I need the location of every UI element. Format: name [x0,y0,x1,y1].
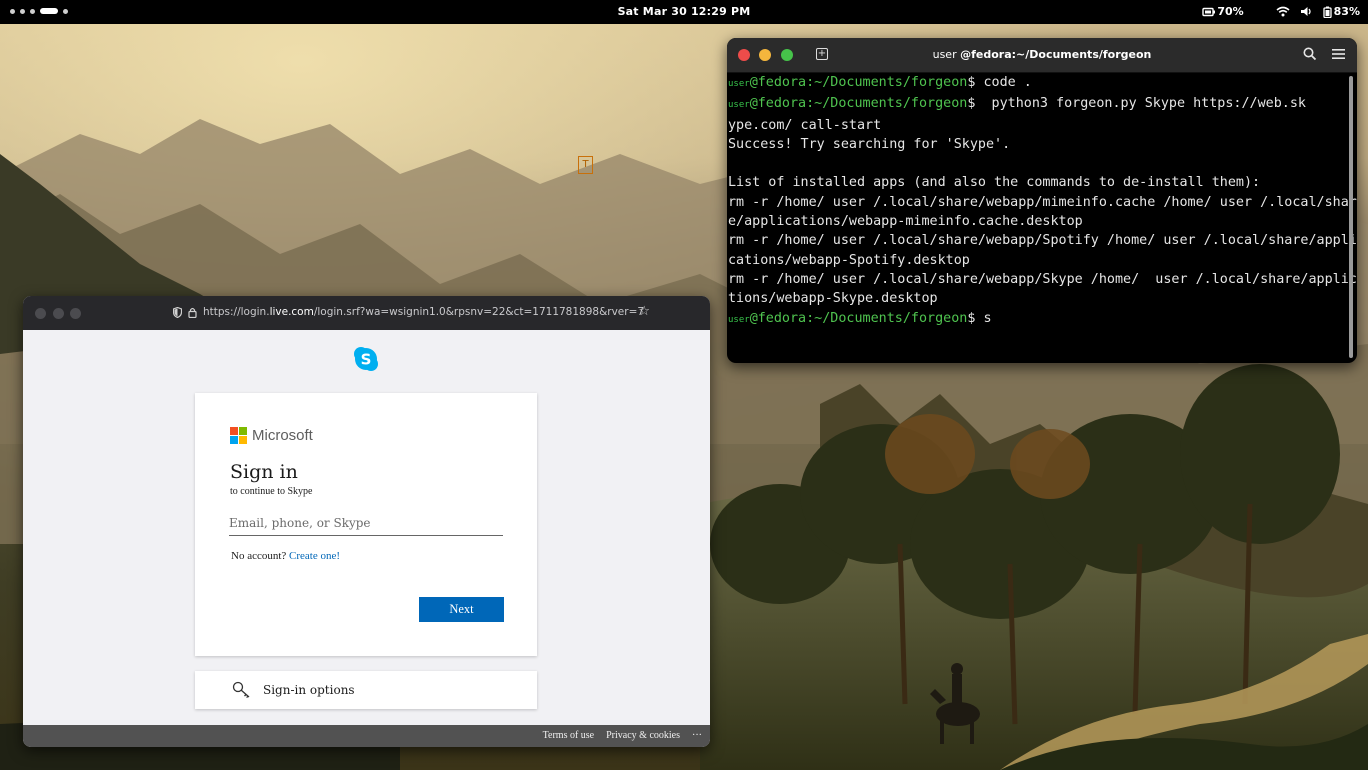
terminal-line: Success! Try searching for 'Skype'. [728,136,1011,152]
prompt-host: @fedora:~/Documents/forgeon [749,96,968,112]
terminal-output[interactable]: user@fedora:~/Documents/forgeon$ code .u… [728,72,1357,330]
terminal-line: user@fedora:~/Documents/forgeon$ s [728,309,1343,330]
battery-icon [1323,6,1332,18]
terminal-title: user @fedora:~/Documents/forgeon [727,48,1357,61]
system-tray[interactable]: 70% 83% [1202,5,1360,18]
page-subtitle: to continue to Skype [230,486,313,497]
minimize-button[interactable] [53,308,64,319]
clock[interactable]: Sat Mar 30 12:29 PM [0,5,1368,18]
terminal-line: List of installed apps (and also the com… [728,175,1261,191]
terminal-titlebar[interactable]: + user @fedora:~/Documents/forgeon [727,38,1357,73]
terminal-line: user@fedora:~/Documents/forgeon$ python3… [728,94,1343,115]
page-title: Sign in [230,461,298,483]
terminal-window[interactable]: + user @fedora:~/Documents/forgeon user@… [727,38,1357,363]
bookmark-star-icon[interactable]: ☆ [638,304,650,319]
volume-icon[interactable] [1300,6,1313,17]
page-footer: Terms of use Privacy & cookies ··· [23,725,710,747]
url-path: /login.srf?wa=wsignin1.0&rpsnv=22&ct=171… [313,306,645,318]
battery-percent: 83% [1333,5,1360,18]
url-prefix: https://login. [203,306,270,318]
top-bar: Sat Mar 30 12:29 PM 70% 83% [0,0,1368,24]
signin-options-label: Sign-in options [263,683,355,697]
microsoft-logo-icon [230,427,247,444]
text-cursor-icon: T [578,156,593,174]
wifi-icon[interactable] [1276,6,1290,17]
privacy-link[interactable]: Privacy & cookies [606,730,680,741]
terminal-line: rm -r /home/ user /.local/share/webapp/S… [728,233,1357,249]
prompt-user: user [728,79,750,89]
terms-link[interactable]: Terms of use [543,730,595,741]
hamburger-menu-icon[interactable] [1332,48,1345,60]
prompt-user: user [728,100,750,111]
terminal-line: rm -r /home/ user /.local/share/webapp/m… [728,194,1357,210]
url-bar[interactable]: https://login.live.com/login.srf?wa=wsig… [173,306,644,318]
terminal-line: tions/webapp-Skype.desktop [728,291,938,307]
terminal-title-path: @fedora:~/Documents/forgeon [960,48,1152,61]
terminal-scrollbar[interactable] [1349,76,1353,358]
secondary-battery[interactable]: 70% [1202,5,1244,18]
secondary-battery-label: 70% [1217,5,1244,18]
create-account-link[interactable]: Create one! [289,550,340,562]
skype-logo-icon: S [354,347,378,371]
prompt-host: @fedora:~/Documents/forgeon [749,75,968,90]
terminal-line: e/applications/webapp-mimeinfo.cache.des… [728,214,1083,230]
terminal-line: cations/webapp-Spotify.desktop [728,252,970,268]
signin-options-button[interactable]: Sign-in options [195,671,537,709]
maximize-button[interactable] [70,308,81,319]
url-text[interactable]: https://login.live.com/login.srf?wa=wsig… [203,306,644,318]
browser-toolbar[interactable]: https://login.live.com/login.srf?wa=wsig… [23,296,710,330]
no-account-label: No account? [231,550,287,562]
terminal-line: user@fedora:~/Documents/forgeon$ code . [728,73,1343,94]
terminal-title-user: user [932,48,957,61]
browser-window[interactable]: https://login.live.com/login.srf?wa=wsig… [23,296,710,747]
battery-status[interactable]: 83% [1323,5,1360,18]
next-button[interactable]: Next [419,597,504,622]
prompt-command: $ s [967,310,992,326]
tracking-shield-icon[interactable] [173,306,182,318]
email-field[interactable] [229,511,503,536]
no-account-text: No account? Create one! [231,550,340,562]
device-battery-icon [1202,7,1216,16]
microsoft-logo: Microsoft [230,427,313,444]
microsoft-wordmark: Microsoft [252,427,313,444]
login-page: S Microsoft Sign in to continue to Skype… [23,330,710,725]
terminal-line: ype.com/ call-start [728,117,882,133]
prompt-command: $ python3 forgeon.py Skype https://web.s… [967,96,1306,112]
lock-icon[interactable] [188,307,197,318]
key-icon [232,681,250,699]
terminal-line: rm -r /home/ user /.local/share/webapp/S… [728,271,1357,287]
signin-card: Microsoft Sign in to continue to Skype N… [195,393,537,656]
prompt-user: user [728,314,750,325]
more-options-icon[interactable]: ··· [692,730,702,741]
url-host: live.com [269,306,314,318]
svg-text:S: S [361,351,372,369]
prompt-command: $ code . [967,75,1032,90]
search-icon[interactable] [1303,47,1317,61]
prompt-host: @fedora:~/Documents/forgeon [749,310,968,326]
close-button[interactable] [35,308,46,319]
